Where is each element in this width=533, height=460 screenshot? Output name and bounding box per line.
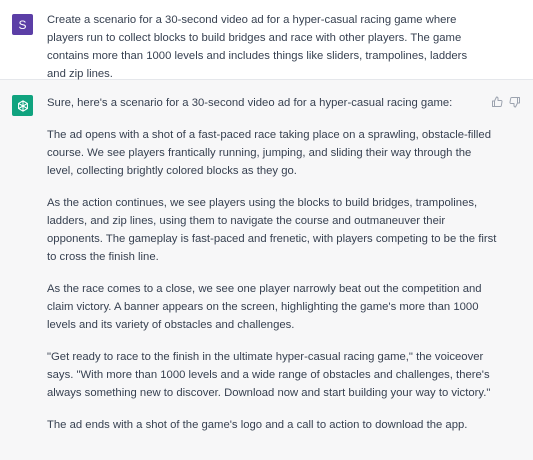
- user-avatar: S: [12, 14, 33, 35]
- paragraph: The ad ends with a shot of the game's lo…: [47, 419, 468, 431]
- user-message-text: Create a scenario for a 30-second video …: [47, 14, 468, 80]
- paragraph: Sure, here's a scenario for a 30-second …: [47, 97, 453, 109]
- paragraph: As the race comes to a close, we see one…: [47, 283, 482, 331]
- openai-logo-icon: [12, 95, 33, 116]
- thumbs-down-icon[interactable]: [509, 96, 521, 108]
- assistant-message-text: Sure, here's a scenario for a 30-second …: [47, 94, 497, 434]
- paragraph: The ad opens with a shot of a fast-paced…: [47, 129, 491, 177]
- paragraph: As the action continues, we see players …: [47, 197, 497, 263]
- paragraph: "Get ready to race to the finish in the …: [47, 351, 491, 399]
- chat-thread: S Create a scenario for a 30-second vide…: [0, 0, 533, 460]
- user-message: S Create a scenario for a 30-second vide…: [0, 0, 533, 80]
- assistant-message: Sure, here's a scenario for a 30-second …: [0, 80, 533, 460]
- thumbs-up-icon[interactable]: [491, 96, 503, 108]
- feedback-buttons: [491, 96, 521, 108]
